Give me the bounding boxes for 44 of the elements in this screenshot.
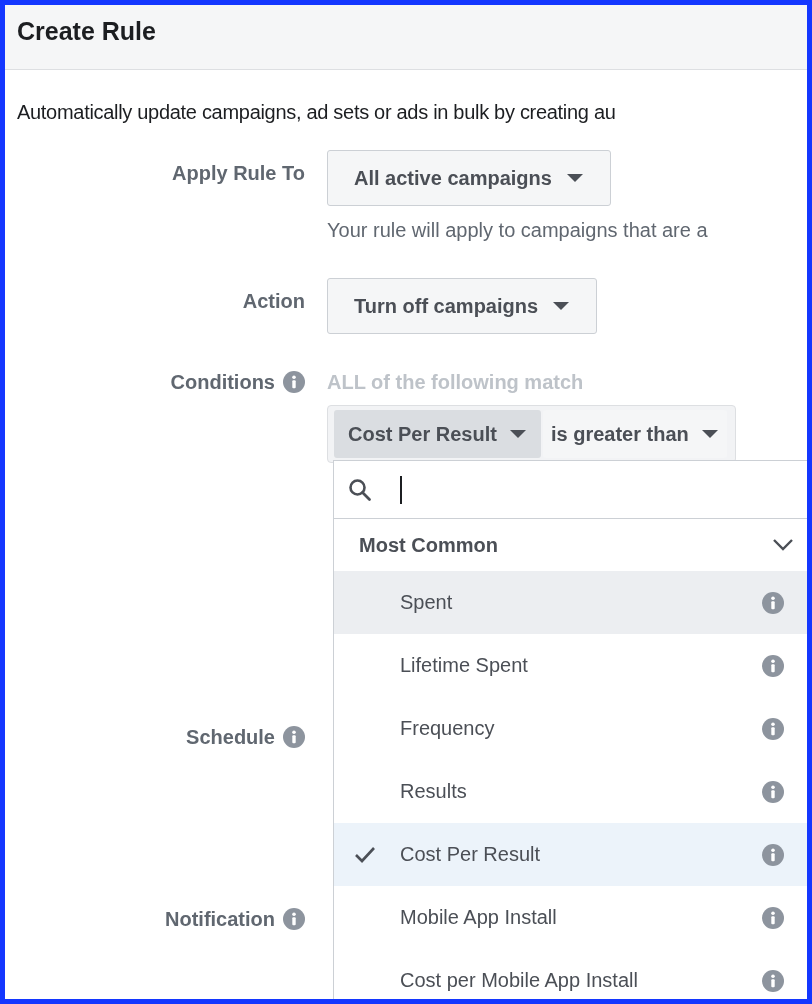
field-label: Schedule (186, 725, 275, 749)
item-label: Cost Per Result (400, 843, 542, 866)
item-label: Results (400, 780, 468, 803)
hint-text: Your rule will apply to campaigns that are a (327, 218, 708, 243)
text-cursor (400, 475, 402, 504)
menu-item[interactable]: Cost Per Result (334, 823, 807, 886)
search-icon (348, 477, 372, 502)
dialog-title: Create Rule (17, 16, 156, 46)
condition-mode-text: ALL of the following match (327, 370, 584, 395)
select-dropdown[interactable]: All active campaigns (327, 150, 611, 206)
info-icon (762, 969, 784, 992)
caret-icon (552, 301, 571, 311)
menu-item[interactable]: Frequency (334, 697, 807, 760)
menu-item[interactable]: Lifetime Spent (334, 634, 807, 697)
item-label: Lifetime Spent (400, 654, 529, 677)
item-label: Mobile App Install (400, 906, 558, 929)
field-label: Notification (165, 907, 275, 931)
info-icon (762, 717, 784, 740)
field-label: Action (242, 289, 305, 313)
description-text: Automatically update campaigns, ad sets or ads in bulk by creating au (16, 100, 617, 125)
field-label: Conditions (170, 370, 275, 394)
info-icon (762, 654, 784, 677)
metric-dropdown[interactable]: Cost Per Result (334, 410, 541, 458)
menu-item[interactable]: Results (334, 760, 807, 823)
menu-item[interactable]: Spent (334, 571, 807, 634)
menu-item[interactable]: Cost per Mobile App Install (334, 949, 807, 999)
caret-icon (700, 429, 719, 439)
info-icon (762, 591, 784, 614)
info-icon (283, 726, 305, 748)
item-label: Cost per Mobile App Install (400, 969, 639, 992)
info-icon (762, 780, 784, 803)
item-label: Frequency (400, 717, 496, 740)
section-header[interactable]: Most Common (334, 519, 807, 571)
select-dropdown[interactable]: Turn off campaigns (327, 278, 598, 334)
field-label: Apply Rule To (172, 161, 305, 185)
info-icon (283, 908, 305, 930)
info-icon (283, 371, 305, 393)
caret-icon (565, 173, 584, 183)
info-icon (762, 906, 784, 929)
check-icon (354, 845, 376, 864)
info-icon (762, 843, 784, 866)
caret-icon (508, 429, 527, 439)
item-label: Spent (400, 591, 454, 614)
menu-item[interactable]: Mobile App Install (334, 886, 807, 949)
